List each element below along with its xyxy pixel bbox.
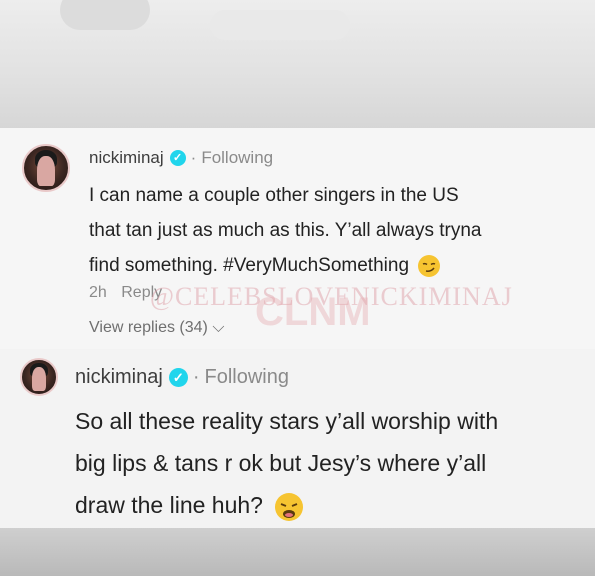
watermark-logo: CLNM [255, 290, 371, 334]
comment-line: I can name a couple other singers in the… [89, 185, 459, 206]
username[interactable]: nickiminaj [89, 148, 164, 168]
avatar[interactable] [20, 358, 58, 396]
separator-dot: · [190, 148, 197, 167]
smirking-face-emoji-icon [418, 254, 441, 277]
comment-1-header: nickiminaj ✓ · Following [89, 148, 273, 168]
comment-1-text: I can name a couple other singers in the… [89, 178, 482, 283]
chevron-down-icon: ⌵ [212, 319, 225, 336]
verified-badge-icon: ✓ [169, 150, 186, 166]
comment-line: draw the line huh? [75, 484, 498, 526]
verified-badge-icon: ✓ [168, 367, 188, 387]
comment-line: So all these reality stars y’all worship… [75, 408, 499, 434]
comment-2-header: nickiminaj ✓ · Following [75, 365, 289, 389]
following-label[interactable]: Following [201, 148, 273, 168]
blurred-background-bottom [0, 528, 595, 576]
weary-face-emoji-icon [275, 492, 304, 521]
following-label[interactable]: Following [204, 366, 288, 389]
blurred-background-top [0, 0, 595, 130]
comment-line: find something. #VeryMuchSomething [89, 248, 482, 283]
comment-line: that tan just as much as this. Y’all alw… [89, 220, 482, 241]
comment-2-text: So all these reality stars y’all worship… [75, 400, 498, 526]
view-replies-button[interactable]: View replies (34) ⌵ [89, 319, 224, 337]
comment-time: 2h [89, 284, 107, 301]
username[interactable]: nickiminaj [75, 366, 163, 389]
avatar[interactable] [22, 144, 70, 192]
separator-dot: · [192, 365, 200, 388]
comment-line: big lips & tans r ok but Jesy’s where y’… [75, 450, 487, 476]
